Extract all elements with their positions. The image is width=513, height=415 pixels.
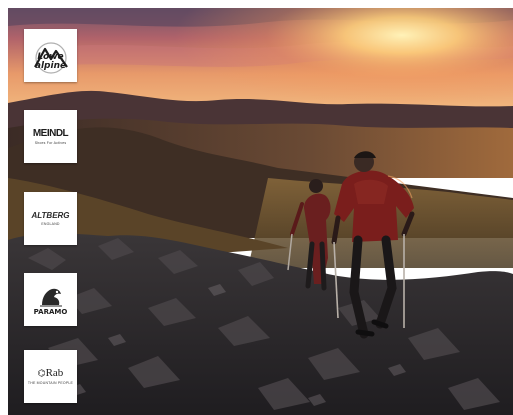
rab-tagline: THE MOUNTAIN PEOPLE xyxy=(27,381,74,385)
lowe-alpine-wordmark: Lowe alpine xyxy=(34,51,67,71)
hero-photo xyxy=(8,8,513,415)
brand-logo-meindl[interactable]: MEINDL Shoes For Actives xyxy=(24,110,77,163)
brand-logo-lowe-alpine[interactable]: Lowe alpine xyxy=(24,29,77,82)
altberg-tagline: ENGLAND xyxy=(41,221,60,226)
paramo-logo-icon xyxy=(39,288,62,307)
brand-logo-paramo[interactable]: PARAMO xyxy=(24,273,77,326)
brand-logo-rab[interactable]: ⌬Rab THE MOUNTAIN PEOPLE xyxy=(24,350,77,403)
hikers-sunset-illustration xyxy=(8,8,513,415)
rab-wordmark: ⌬Rab xyxy=(37,367,64,379)
brand-banner: Lowe alpine MEINDL Shoes For Actives ALT… xyxy=(0,0,513,415)
altberg-wordmark: ALTBERG xyxy=(31,210,70,220)
paramo-wordmark: PARAMO xyxy=(33,308,68,316)
rab-glyph-icon: ⌬ xyxy=(37,368,46,378)
meindl-tagline: Shoes For Actives xyxy=(34,140,67,145)
meindl-wordmark: MEINDL xyxy=(32,127,69,139)
brand-logo-altberg[interactable]: ALTBERG ENGLAND xyxy=(24,192,77,245)
